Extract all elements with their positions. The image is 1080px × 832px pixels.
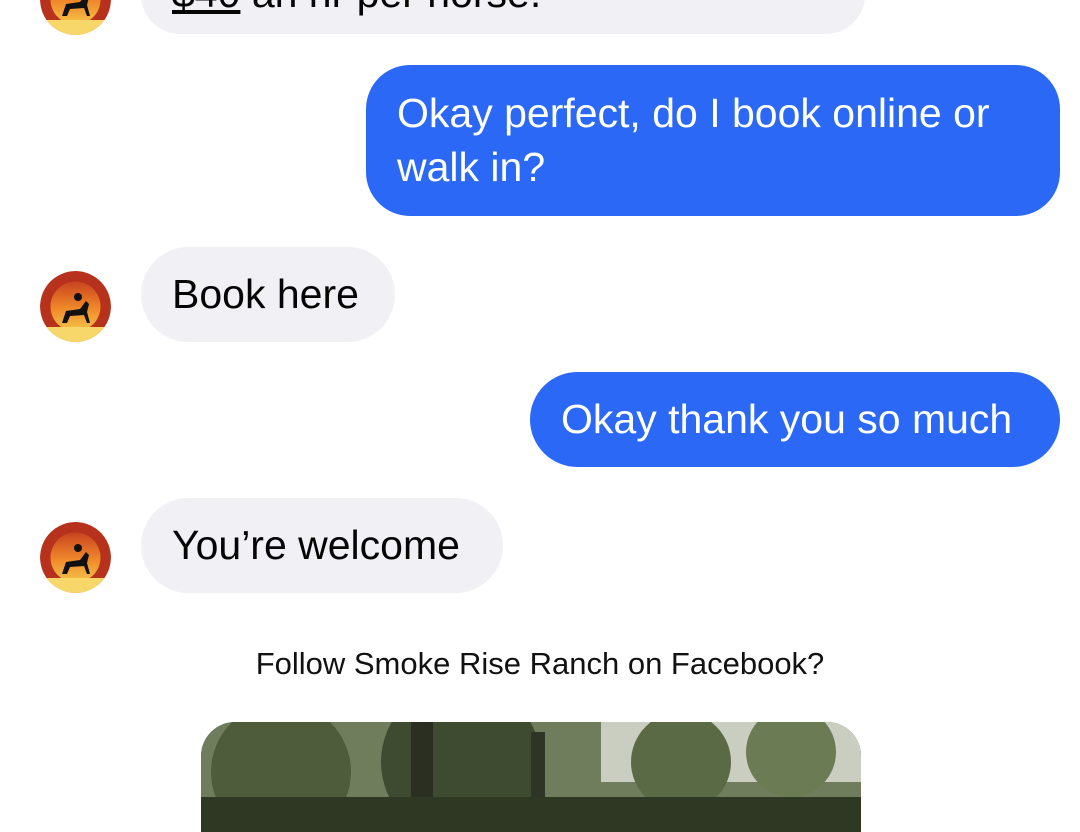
message-bubble-incoming[interactable]: You’re welcome xyxy=(141,498,503,593)
ranch-logo-icon xyxy=(40,0,111,35)
message-bubble-outgoing[interactable]: Okay thank you so much xyxy=(530,372,1060,467)
message-text: You’re welcome xyxy=(172,522,460,568)
ranch-logo-icon xyxy=(40,522,111,593)
trees-photo-image xyxy=(201,722,861,832)
message-text-line-2: walk in? xyxy=(397,144,546,190)
message-text-line-1: Okay perfect, do I book online or xyxy=(397,90,990,136)
message-bubble-outgoing[interactable]: Okay perfect, do I book online or walk i… xyxy=(366,65,1060,216)
avatar[interactable] xyxy=(40,0,111,35)
message-bubble-incoming[interactable]: Book here xyxy=(141,247,395,342)
message-bubble-incoming[interactable]: $40 an hr per horse. xyxy=(141,0,865,34)
follow-prompt: Follow Smoke Rise Ranch on Facebook? xyxy=(255,646,825,681)
message-text: Book here xyxy=(172,271,359,317)
message-text: an hr per horse. xyxy=(240,0,541,16)
price-link[interactable]: $40 xyxy=(172,0,240,16)
avatar[interactable] xyxy=(40,522,111,593)
page-cover-photo[interactable] xyxy=(201,722,861,832)
ranch-logo-icon xyxy=(40,271,111,342)
avatar[interactable] xyxy=(40,271,111,342)
message-text: Okay thank you so much xyxy=(561,396,1013,442)
